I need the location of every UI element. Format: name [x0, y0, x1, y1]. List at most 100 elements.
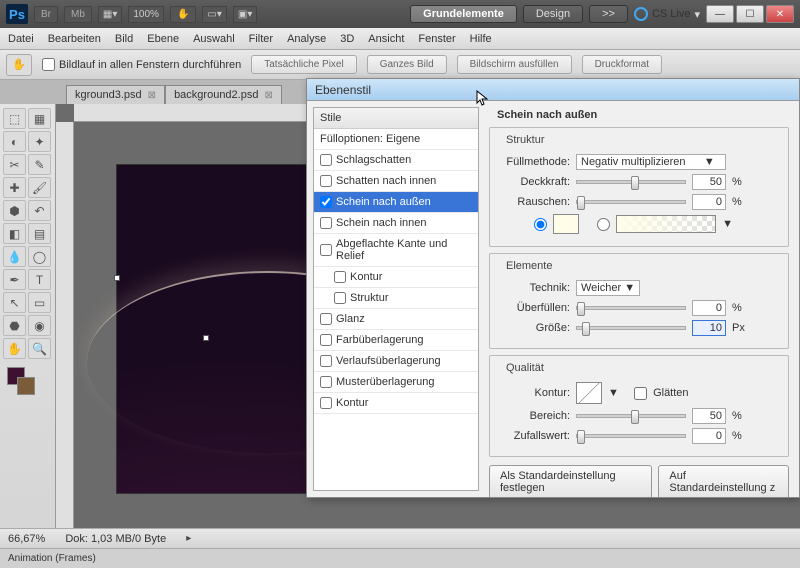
menu-ansicht[interactable]: Ansicht — [368, 33, 404, 45]
animation-panel-tab[interactable]: Animation (Frames) — [0, 548, 800, 568]
arrange-docs-dropdown[interactable]: ▭▾ — [202, 6, 226, 23]
bridge-button[interactable]: Br — [34, 6, 58, 23]
dodge-tool[interactable]: ◯ — [28, 246, 51, 267]
menu-bild[interactable]: Bild — [115, 33, 133, 45]
tab-background3[interactable]: kground3.psd⊠ — [66, 85, 165, 104]
jitter-input[interactable]: 0 — [692, 428, 726, 444]
blur-tool[interactable]: 💧 — [3, 246, 26, 267]
fit-screen-button[interactable]: Ganzes Bild — [367, 55, 447, 74]
glow-gradient-swatch[interactable] — [616, 215, 716, 233]
size-input[interactable]: 10 — [692, 320, 726, 336]
contour-picker[interactable] — [576, 382, 602, 404]
zoom-level[interactable]: 66,67% — [8, 533, 45, 545]
transform-handle[interactable] — [114, 275, 120, 281]
style-schatten-innen[interactable]: Schatten nach innen — [314, 171, 478, 192]
noise-slider[interactable] — [576, 200, 686, 204]
move-tool[interactable]: ⬚ — [3, 108, 26, 129]
print-size-button[interactable]: Druckformat — [582, 55, 662, 74]
close-tab-icon[interactable]: ⊠ — [148, 90, 156, 101]
workspace-more[interactable]: >> — [589, 5, 628, 23]
cs-live-button[interactable]: CS Live ▾ — [634, 7, 700, 21]
current-tool-icon[interactable]: ✋ — [6, 54, 32, 76]
style-farb[interactable]: Farbüberlagerung — [314, 330, 478, 351]
menu-3d[interactable]: 3D — [340, 33, 354, 45]
stamp-tool[interactable]: ⬢ — [3, 200, 26, 221]
pen-tool[interactable]: ✒ — [3, 269, 26, 290]
menu-fenster[interactable]: Fenster — [418, 33, 455, 45]
3d-tool[interactable]: ⬣ — [3, 315, 26, 336]
dialog-title-bar[interactable]: Ebenenstil — [307, 79, 799, 101]
hand-tool[interactable]: ✋ — [3, 338, 26, 359]
eraser-tool[interactable]: ◧ — [3, 223, 26, 244]
menu-hilfe[interactable]: Hilfe — [470, 33, 492, 45]
maximize-button[interactable]: ☐ — [736, 5, 764, 23]
style-verlauf[interactable]: Verlaufsüberlagerung — [314, 351, 478, 372]
zoom-tool[interactable]: 🔍 — [28, 338, 51, 359]
range-input[interactable]: 50 — [692, 408, 726, 424]
jitter-slider[interactable] — [576, 434, 686, 438]
menu-ebene[interactable]: Ebene — [147, 33, 179, 45]
minimize-button[interactable]: — — [706, 5, 734, 23]
ruler-vertical[interactable] — [56, 122, 74, 568]
style-schein-aussen[interactable]: Schein nach außen — [314, 192, 478, 213]
crop-tool[interactable]: ✂ — [3, 154, 26, 175]
wand-tool[interactable]: ✦ — [28, 131, 51, 152]
menu-bearbeiten[interactable]: Bearbeiten — [48, 33, 101, 45]
menu-filter[interactable]: Filter — [249, 33, 273, 45]
menu-analyse[interactable]: Analyse — [287, 33, 326, 45]
style-abgeflachte[interactable]: Abgeflachte Kante und Relief — [314, 234, 478, 267]
style-schein-innen[interactable]: Schein nach innen — [314, 213, 478, 234]
make-default-button[interactable]: Als Standardeinstellung festlegen — [489, 465, 652, 497]
workspace-design[interactable]: Design — [523, 5, 583, 23]
view-extras-dropdown[interactable]: ▦▾ — [98, 6, 122, 23]
brush-tool[interactable]: 🖌 — [28, 177, 51, 198]
eyedropper-tool[interactable]: ✎ — [28, 154, 51, 175]
marquee-tool[interactable]: ▦ — [28, 108, 51, 129]
styles-header[interactable]: Stile — [314, 108, 478, 129]
path-tool[interactable]: ↖ — [3, 292, 26, 313]
shape-tool[interactable]: ▭ — [28, 292, 51, 313]
blend-options-item[interactable]: Fülloptionen: Eigene — [314, 129, 478, 150]
close-tab-icon[interactable]: ⊠ — [264, 90, 272, 101]
style-muster[interactable]: Musterüberlagerung — [314, 372, 478, 393]
technique-select[interactable]: Weicher ▼ — [576, 280, 640, 296]
blend-mode-select[interactable]: Negativ multiplizieren ▼ — [576, 154, 726, 170]
size-slider[interactable] — [576, 326, 686, 330]
noise-input[interactable]: 0 — [692, 194, 726, 210]
glow-color-swatch[interactable] — [553, 214, 579, 234]
style-kontur-sub[interactable]: Kontur — [314, 267, 478, 288]
fill-screen-button[interactable]: Bildschirm ausfüllen — [457, 55, 572, 74]
minibridge-button[interactable]: Mb — [64, 6, 92, 23]
zoom-dropdown[interactable]: 100% — [128, 6, 164, 23]
style-struktur-sub[interactable]: Struktur — [314, 288, 478, 309]
style-kontur2[interactable]: Kontur — [314, 393, 478, 414]
scroll-all-checkbox[interactable] — [42, 58, 55, 71]
reset-default-button[interactable]: Auf Standardeinstellung z — [658, 465, 789, 497]
type-tool[interactable]: T — [28, 269, 51, 290]
camera-tool[interactable]: ◉ — [28, 315, 51, 336]
workspace-grundelemente[interactable]: Grundelemente — [410, 5, 517, 23]
antialias-checkbox[interactable] — [634, 387, 647, 400]
close-button[interactable]: ✕ — [766, 5, 794, 23]
style-glanz[interactable]: Glanz — [314, 309, 478, 330]
menu-auswahl[interactable]: Auswahl — [193, 33, 235, 45]
opacity-input[interactable]: 50 — [692, 174, 726, 190]
doc-info[interactable]: Dok: 1,03 MB/0 Byte — [65, 533, 166, 545]
background-color-swatch[interactable] — [17, 377, 35, 395]
spread-input[interactable]: 0 — [692, 300, 726, 316]
color-radio[interactable] — [534, 218, 547, 231]
actual-pixels-button[interactable]: Tatsächliche Pixel — [251, 55, 356, 74]
transform-handle[interactable] — [203, 335, 209, 341]
history-tool[interactable]: ↶ — [28, 200, 51, 221]
spread-slider[interactable] — [576, 306, 686, 310]
gradient-tool[interactable]: ▤ — [28, 223, 51, 244]
hand-tool-shortcut[interactable]: ✋ — [170, 6, 196, 23]
range-slider[interactable] — [576, 414, 686, 418]
gradient-radio[interactable] — [597, 218, 610, 231]
screenmode-dropdown[interactable]: ▣▾ — [233, 6, 257, 23]
menu-datei[interactable]: Datei — [8, 33, 34, 45]
style-schlagschatten[interactable]: Schlagschatten — [314, 150, 478, 171]
heal-tool[interactable]: ✚ — [3, 177, 26, 198]
opacity-slider[interactable] — [576, 180, 686, 184]
tab-background2[interactable]: background2.psd⊠ — [165, 85, 282, 104]
